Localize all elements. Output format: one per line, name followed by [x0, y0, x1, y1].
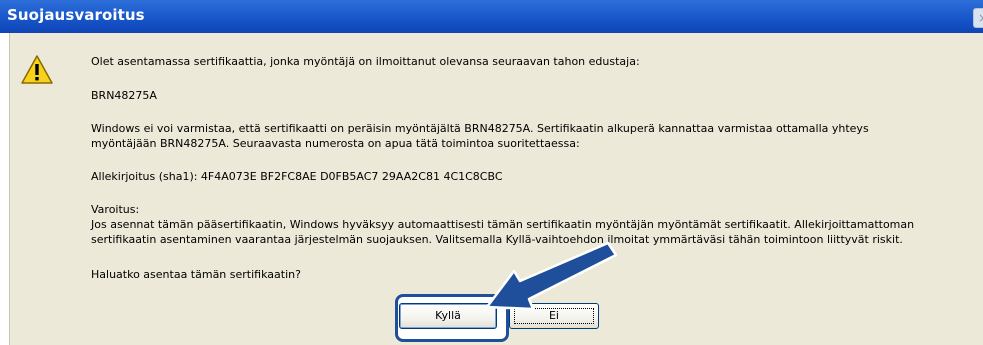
verify-text-line-2: myöntäjään BRN48275A. Seuraavasta numero…	[91, 137, 580, 150]
window-title: Suojausvaroitus	[7, 6, 145, 24]
intro-text: Olet asentamassa sertifikaattia, jonka m…	[91, 55, 640, 68]
signature-text: Allekirjoitus (sha1): 4F4A073E BF2FC8AE …	[91, 170, 503, 183]
warning-text-line-1: Jos asennat tämän pääsertifikaatin, Wind…	[91, 218, 915, 231]
close-button[interactable]: ×	[973, 8, 983, 28]
warning-triangle-icon	[21, 55, 53, 84]
install-question: Haluatko asentaa tämän sertifikaatin?	[91, 268, 301, 281]
issuer-name: BRN48275A	[91, 89, 157, 102]
close-icon: ×	[978, 11, 983, 25]
yes-button-label: Kyllä	[435, 309, 461, 322]
arrow-pointer-icon	[485, 241, 617, 311]
title-bar[interactable]: Suojausvaroitus ×	[0, 0, 983, 33]
verify-text-line-1: Windows ei voi varmistaa, että sertifika…	[91, 122, 869, 135]
warning-heading: Varoitus:	[91, 203, 140, 216]
